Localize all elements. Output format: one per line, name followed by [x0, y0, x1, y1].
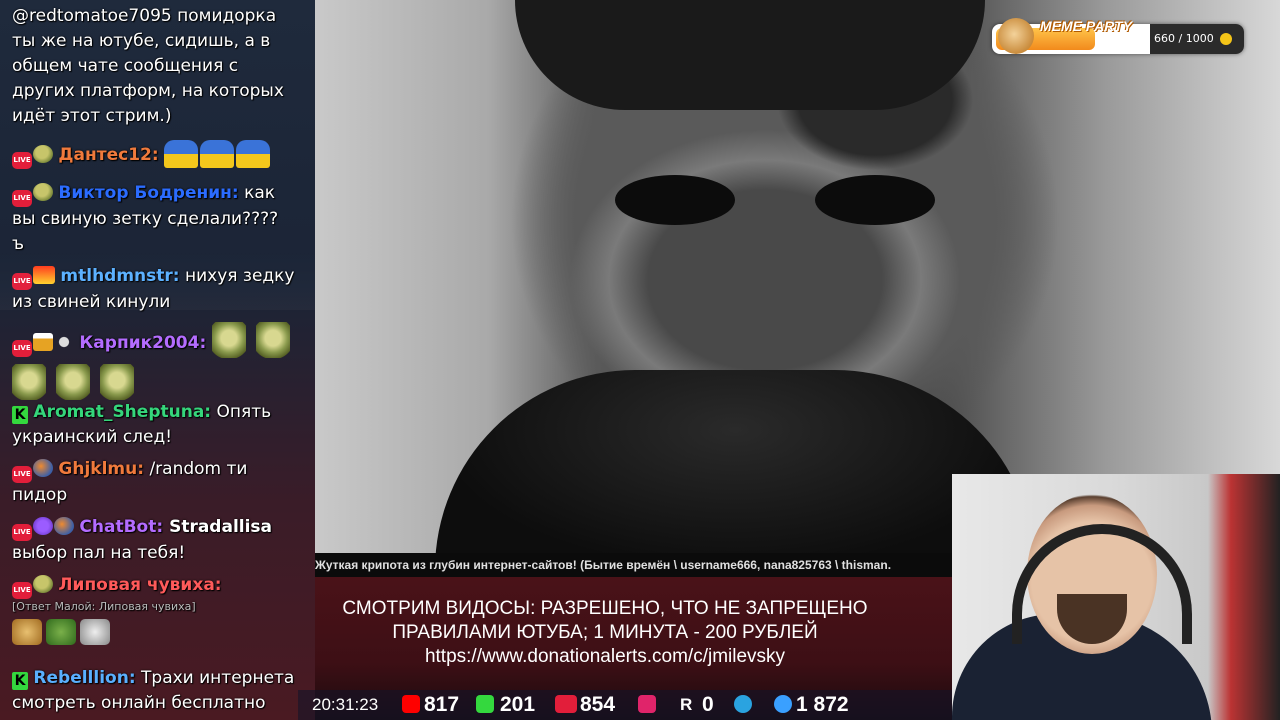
chat-message: LIVE Карпик2004:: [12, 322, 308, 400]
video-subject-beard: [435, 370, 1035, 570]
kick-icon: [476, 695, 494, 713]
telegram-icon: [734, 695, 752, 713]
bones-emote-icon: [54, 333, 74, 351]
chat-text: ты же на ютубе, сидишь, а в: [12, 31, 271, 51]
donation-link[interactable]: https://www.donationalerts.com/c/jmilevs…: [315, 645, 895, 669]
meme-party-title: MEME PARTY: [1040, 18, 1133, 34]
kick-badge-icon: K: [12, 672, 28, 690]
clock-time: 20:31:23: [312, 695, 379, 714]
frog-emote-icon: [255, 322, 290, 358]
chat-text: Трахи интернета: [135, 668, 295, 688]
video-title-caption: Жуткая крипота из глубин интернет-сайтов…: [315, 553, 952, 577]
rules-text: СМОТРИМ ВИДОСЫ: РАЗРЕШЕНО, ЧТО НЕ ЗАПРЕЩ…: [315, 597, 895, 669]
chat-text: как: [238, 183, 276, 203]
doge-icon: [998, 18, 1034, 54]
chat-message: @redtomatoe7095 помидорка ты же на ютубе…: [12, 4, 308, 129]
rutube-viewers: 0: [702, 693, 714, 716]
frog-emote-icon: [33, 575, 53, 593]
chat-reply-quote: [Ответ Малой: Липовая чувиха]: [12, 600, 196, 613]
frog-emote-icon: [33, 145, 53, 163]
video-subject-eye: [815, 175, 935, 225]
chat-message: LIVE Ghjklmu: /random ти пидор: [12, 457, 308, 508]
chat-username[interactable]: Rebelllion:: [33, 668, 135, 688]
total-viewers: 1 872: [796, 693, 849, 716]
frog-emote-icon: [12, 364, 46, 400]
vk-live-viewers: 854: [580, 693, 616, 716]
chat-username[interactable]: Aromat_Sheptuna:: [33, 402, 211, 422]
beer-emote-icon: [33, 333, 53, 351]
viewer-stats-bar: [298, 690, 952, 720]
kick-badge-icon: K: [12, 406, 28, 424]
chat-message: LIVE ChatBot: Stradallisa выбор пал на т…: [12, 515, 308, 566]
ukraine-flag-emote-icon: [164, 140, 199, 168]
chat-text: вы свиную зетку сделали????: [12, 209, 279, 229]
live-badge-icon: LIVE: [12, 582, 32, 599]
youtube-icon: [402, 695, 420, 713]
chat-panel: @redtomatoe7095 помидорка ты же на ютубе…: [0, 0, 315, 720]
chat-username[interactable]: Виктор Бодренин:: [58, 183, 238, 203]
live-badge-icon: LIVE: [12, 466, 32, 483]
planet-emote-icon: [54, 517, 74, 535]
video-subject-hat: [515, 0, 985, 110]
robot-emote-icon: [33, 517, 53, 535]
coin-icon: [1220, 33, 1232, 45]
chat-username[interactable]: Ghjklmu:: [58, 459, 144, 479]
chat-text: пидор: [12, 485, 68, 505]
chat-username[interactable]: ChatBot:: [79, 517, 163, 537]
chat-text: @redtomatoe7095 помидорка: [12, 6, 277, 26]
live-badge-icon: LIVE: [12, 273, 32, 290]
chat-text: Опять: [211, 402, 272, 422]
frog-emote-icon: [211, 322, 246, 358]
chat-username[interactable]: mtlhdmnstr:: [60, 266, 179, 286]
chat-text: ъ: [12, 234, 25, 254]
chat-text: из свиней кинули: [12, 292, 171, 312]
chat-text: украинский след!: [12, 427, 173, 447]
chat-text: Stradallisa: [163, 517, 273, 537]
kick-viewers: 201: [500, 693, 536, 716]
rules-line: ПРАВИЛАМИ ЮТУБА; 1 МИНУТА - 200 РУБЛЕЙ: [392, 622, 818, 643]
chat-text: выбор пал на тебя!: [12, 543, 186, 563]
live-badge-icon: LIVE: [12, 190, 32, 207]
chat-message: K Aromat_Sheptuna: Опять украинский след…: [12, 400, 308, 450]
rutube-icon: R: [680, 695, 693, 714]
chat-text: смотреть онлайн бесплатно: [12, 693, 266, 713]
chat-text: идёт этот стрим.): [12, 106, 172, 126]
meme-party-widget: MEME PARTY 660 / 1000: [992, 18, 1244, 54]
chat-message: K Rebelllion: Трахи интернета смотреть о…: [12, 666, 308, 716]
live-badge-icon: LIVE: [12, 524, 32, 541]
chat-message: LIVE Виктор Бодренин: как вы свиную зетк…: [12, 181, 308, 257]
chat-message: LIVE Дантес12:: [12, 140, 308, 169]
chat-username[interactable]: Дантес12:: [58, 145, 158, 165]
chat-text: общем чате сообщения с: [12, 56, 239, 76]
fire-emote-icon: [33, 266, 55, 284]
live-badge-icon: LIVE: [12, 340, 32, 357]
youtube-viewers: 817: [424, 693, 460, 716]
frog-emote-icon: [33, 183, 53, 201]
video-subject-eye: [615, 175, 735, 225]
chat-message: LIVE mtlhdmnstr: нихуя зедку из свиней к…: [12, 264, 308, 315]
vk-live-icon: [555, 695, 577, 713]
pepe-sticker-icon: [46, 619, 76, 645]
frog-emote-icon: [56, 364, 90, 400]
live-badge-icon: LIVE: [12, 152, 32, 169]
chat-text: нихуя зедку: [179, 266, 295, 286]
cat-sticker-icon: [12, 619, 42, 645]
chat-text: /random ти: [144, 459, 248, 479]
chat-username[interactable]: Карпик2004:: [79, 333, 206, 353]
ukraine-flag-emote-icon: [200, 140, 235, 168]
rules-line: СМОТРИМ ВИДОСЫ: РАЗРЕШЕНО, ЧТО НЕ ЗАПРЕЩ…: [342, 598, 868, 619]
ukraine-flag-emote-icon: [236, 140, 271, 168]
vk-video-icon: [638, 695, 656, 713]
webcam-overlay: [952, 474, 1280, 720]
frog-emote-icon: [100, 364, 134, 400]
sticker-icon: [80, 619, 110, 645]
chat-text: других платформ, на которых: [12, 81, 284, 101]
viewers-person-icon: [774, 695, 792, 713]
chat-message: LIVE Липовая чувиха: [Ответ Малой: Липов…: [12, 573, 308, 647]
chat-username[interactable]: Липовая чувиха:: [58, 575, 221, 595]
planet-emote-icon: [33, 459, 53, 477]
